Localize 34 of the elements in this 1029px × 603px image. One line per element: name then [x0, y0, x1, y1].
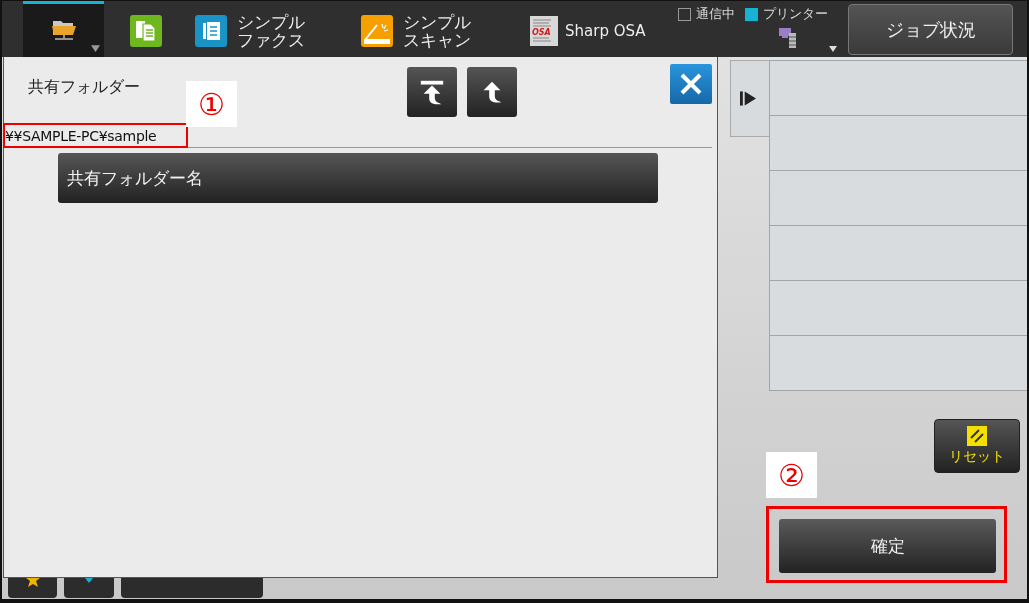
bar-triangle-icon	[740, 91, 756, 106]
triangle-icon	[85, 578, 93, 583]
close-button[interactable]	[670, 64, 712, 104]
status-label: プリンター	[763, 5, 828, 23]
mode-tab[interactable]: シンプル スキャン	[350, 1, 510, 57]
mode-tab[interactable]	[23, 1, 104, 57]
copy-icon	[129, 14, 162, 47]
tab-label: シンプル ファクス	[237, 12, 305, 49]
fax-icon	[195, 14, 227, 47]
job-status-button[interactable]: ジョブ状況	[848, 4, 1013, 55]
annotation-number: ②	[766, 452, 817, 498]
shortcut-button[interactable]	[8, 578, 57, 598]
double-slash-icon	[967, 426, 987, 446]
up-level-button[interactable]	[467, 67, 517, 117]
reset-button[interactable]: リセット	[934, 419, 1020, 473]
top-level-button[interactable]	[407, 67, 457, 117]
folder-list-item[interactable]: 共有フォルダー名	[58, 153, 658, 203]
annotation-number: ①	[186, 81, 237, 127]
close-icon	[679, 72, 703, 96]
mode-tab[interactable]: OSA Sharp OSA	[510, 1, 671, 57]
tab-label: シンプル スキャン	[403, 12, 471, 49]
tab-label: Sharp OSA	[565, 21, 646, 40]
shortcut-button[interactable]	[64, 578, 114, 598]
scanner-icon	[361, 14, 393, 47]
mode-tab[interactable]: シンプル ファクス	[187, 1, 350, 57]
panel-tab[interactable]	[730, 60, 769, 137]
confirm-button[interactable]: 確定	[779, 519, 996, 573]
folder-path: ¥¥SAMPLE-PC¥sample	[5, 127, 157, 144]
arrow-to-top-icon	[418, 78, 446, 106]
dialog-title: 共有フォルダー	[27, 76, 141, 98]
status-label: 通信中	[696, 5, 735, 23]
caret-icon[interactable]	[829, 46, 837, 52]
printer-icon	[779, 28, 797, 48]
osa-logo-icon: OSA	[530, 15, 558, 46]
